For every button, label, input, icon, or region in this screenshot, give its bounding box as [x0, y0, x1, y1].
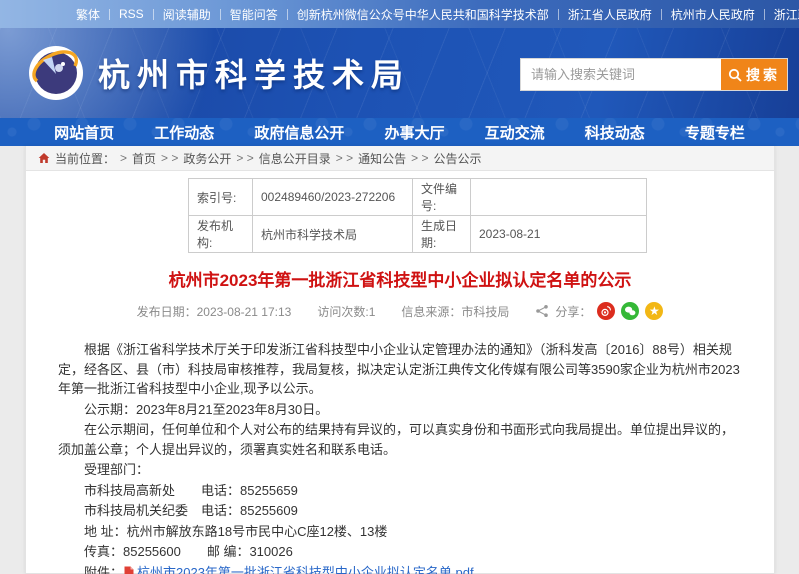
divider [661, 9, 662, 20]
table-row: 发布机构: 杭州市科学技术局 生成日期: 2023-08-21 [189, 216, 647, 253]
publish-date-value: 2023-08-21 17:13 [197, 305, 292, 319]
breadcrumb-separator: > > [336, 151, 353, 165]
utility-bar: 繁体 RSS 阅读辅助 智能问答 创新杭州微信公众号 中华人民共和国科学技术部 … [0, 0, 799, 28]
created-date-value: 2023-08-21 [471, 216, 647, 253]
nav-special-topics[interactable]: 专题专栏 [685, 122, 745, 143]
paragraph: 根据《浙江省科学技术厅关于印发浙江省科技型中小企业认定管理办法的通知》（浙科发高… [58, 340, 746, 399]
file-number-label: 文件编号: [413, 179, 471, 216]
share-wechat-icon[interactable] [621, 302, 639, 320]
main-nav: 网站首页 工作动态 政府信息公开 办事大厅 互动交流 科技动态 专题专栏 [0, 118, 799, 146]
search-icon [728, 68, 742, 82]
breadcrumb-notices[interactable]: 通知公告 [358, 150, 406, 167]
index-number-label: 索引号: [189, 179, 253, 216]
search-button[interactable]: 搜索 [721, 59, 787, 90]
link-zj-service[interactable]: 浙江政务服务网 [774, 6, 799, 23]
article-body: 根据《浙江省科学技术厅关于印发浙江省科技型中小企业认定管理办法的通知》（浙科发高… [26, 320, 774, 574]
created-date-label: 生成日期: [413, 216, 471, 253]
article-title: 杭州市2023年第一批浙江省科技型中小企业拟认定名单的公示 [26, 266, 774, 291]
breadcrumb-info-catalog[interactable]: 信息公开目录 [259, 150, 331, 167]
publish-date-label: 发布日期： [137, 305, 197, 319]
attachment-label: 附件： [84, 565, 123, 574]
breadcrumb-separator: > > [411, 151, 428, 165]
share-qzone-icon[interactable]: ★ [645, 302, 663, 320]
breadcrumb-separator: > [120, 151, 127, 165]
attachment-link[interactable]: 杭州市2023年第一批浙江省科技型中小企业拟认定名单.pdf [137, 565, 474, 574]
search-input[interactable] [521, 59, 721, 90]
link-rss[interactable]: RSS [119, 7, 144, 21]
link-traditional-chinese[interactable]: 繁体 [76, 6, 100, 23]
breadcrumb-separator: > > [236, 151, 253, 165]
link-most[interactable]: 中华人民共和国科学技术部 [405, 6, 549, 23]
site-title: 杭州市科学技术局 [98, 50, 410, 96]
publisher-value: 杭州市科学技术局 [253, 216, 413, 253]
index-number-value: 002489460/2023-272206 [253, 179, 413, 216]
paragraph: 公示期：2023年8月21至2023年8月30日。 [58, 400, 746, 420]
link-zhejiang-gov[interactable]: 浙江省人民政府 [568, 6, 652, 23]
share-tools: 分享： ★ [535, 302, 663, 320]
info-source-value: 市科技局 [461, 305, 509, 319]
share-weibo-icon[interactable] [597, 302, 615, 320]
link-wechat-account[interactable]: 创新杭州微信公众号 [297, 6, 405, 23]
divider [220, 9, 221, 20]
pdf-icon [123, 566, 135, 574]
breadcrumb-announcements[interactable]: 公告公示 [434, 150, 482, 167]
paragraph: 受理部门： [58, 460, 746, 480]
site-banner: 杭州市科学技术局 搜索 [0, 28, 799, 118]
paragraph: 地 址：杭州市解放东路18号市民中心C座12楼、13楼 [58, 522, 746, 542]
info-source: 信息来源：市科技局 [401, 303, 509, 320]
paragraph: 传真：85255600 邮 编：310026 [58, 542, 746, 562]
nav-work-news[interactable]: 工作动态 [154, 122, 214, 143]
bureau-logo-icon [28, 45, 84, 101]
nav-gov-info[interactable]: 政府信息公开 [254, 122, 344, 143]
publish-date: 发布日期：2023-08-21 17:13 [137, 303, 292, 320]
divider [558, 9, 559, 20]
table-row: 索引号: 002489460/2023-272206 文件编号: [189, 179, 647, 216]
article-meta: 发布日期：2023-08-21 17:13 访问次数:1 信息来源：市科技局 分… [26, 302, 774, 320]
utility-links-left: 繁体 RSS 阅读辅助 智能问答 创新杭州微信公众号 [76, 6, 405, 23]
paragraph: 市科技局机关纪委 电话：85255609 [58, 501, 746, 521]
paragraph: 市科技局高新处 电话：85255659 [58, 481, 746, 501]
nav-interaction[interactable]: 互动交流 [485, 122, 545, 143]
breadcrumb: 当前位置： > 首页 > > 政务公开 > > 信息公开目录 > > 通知公告 … [26, 146, 774, 171]
visit-count-label: 访问次数: [317, 305, 368, 319]
nav-service-hall[interactable]: 办事大厅 [384, 122, 444, 143]
attachment-row: 附件： 杭州市2023年第一批浙江省科技型中小企业拟认定名单.pdf [58, 563, 746, 574]
divider [287, 9, 288, 20]
breadcrumb-prefix: 当前位置： [55, 150, 115, 167]
breadcrumb-separator: > > [161, 151, 178, 165]
utility-links-right: 中华人民共和国科学技术部 浙江省人民政府 杭州市人民政府 浙江政务服务网 用户中… [405, 6, 799, 23]
visit-count-value: 1 [369, 305, 376, 319]
visit-count: 访问次数:1 [317, 303, 375, 320]
file-number-value [471, 179, 647, 216]
search-bar: 搜索 [520, 58, 788, 91]
share-label: 分享： [555, 303, 591, 320]
breadcrumb-home[interactable]: 首页 [132, 150, 156, 167]
divider [153, 9, 154, 20]
nav-home[interactable]: 网站首页 [54, 122, 114, 143]
link-reading-assist[interactable]: 阅读辅助 [163, 6, 211, 23]
search-button-label: 搜索 [746, 65, 780, 85]
divider [764, 9, 765, 20]
site-brand[interactable]: 杭州市科学技术局 [28, 45, 410, 101]
share-nodes-icon [535, 304, 549, 318]
breadcrumb-gov-open[interactable]: 政务公开 [183, 150, 231, 167]
content-card: 当前位置： > 首页 > > 政务公开 > > 信息公开目录 > > 通知公告 … [25, 146, 775, 574]
paragraph: 在公示期间，任何单位和个人对公布的结果持有异议的，可以真实身份和书面形式向我局提… [58, 420, 746, 459]
link-smart-qa[interactable]: 智能问答 [230, 6, 278, 23]
nav-tech-news[interactable]: 科技动态 [585, 122, 645, 143]
document-info-table: 索引号: 002489460/2023-272206 文件编号: 发布机构: 杭… [188, 178, 647, 253]
info-source-label: 信息来源： [401, 305, 461, 319]
divider [109, 9, 110, 20]
link-hangzhou-gov[interactable]: 杭州市人民政府 [671, 6, 755, 23]
publisher-label: 发布机构: [189, 216, 253, 253]
home-icon [38, 152, 50, 164]
